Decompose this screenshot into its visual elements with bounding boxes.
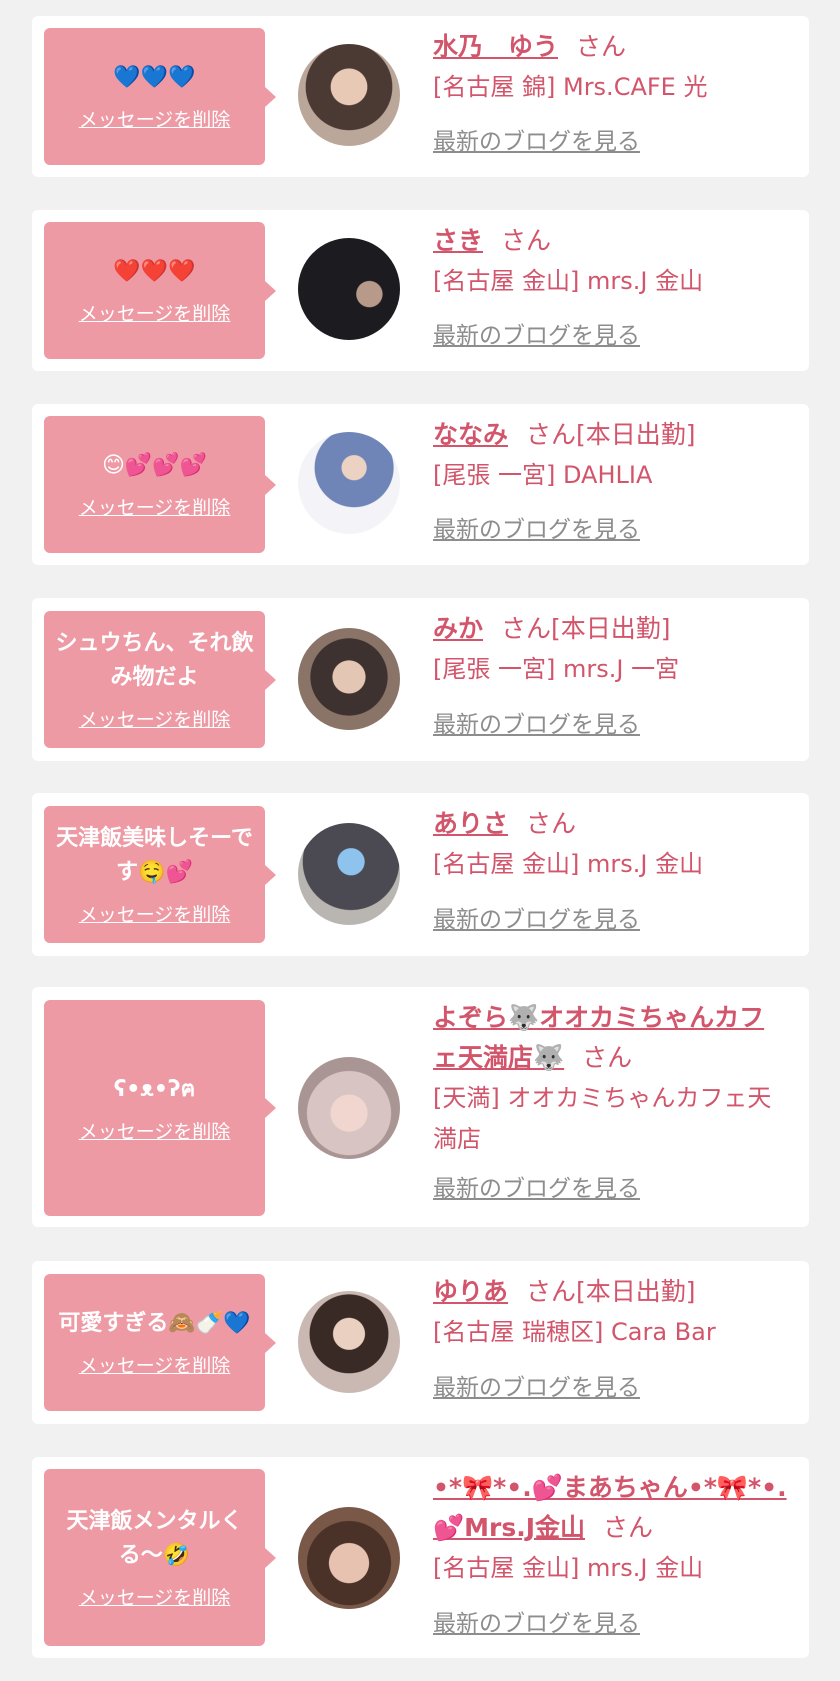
avatar[interactable] [298, 823, 400, 925]
message-card: ʕ•ᴥ•ʔฅ メッセージを削除 よぞら🐺オオカミちゃんカフェ天満店🐺 さん [天満… [32, 987, 809, 1227]
message-card: 天津飯美味しそーです🤤💕 メッセージを削除 ありさ さん [名古屋 金山] mrs… [32, 793, 809, 956]
avatar[interactable] [298, 1291, 400, 1393]
girl-name-link[interactable]: ななみ [433, 420, 508, 449]
profile-info: さき さん [名古屋 金山] mrs.J 金山 [433, 221, 789, 302]
shop-info: [名古屋 瑞穂区] Cara Bar [433, 1318, 716, 1346]
latest-blog-link[interactable]: 最新のブログを見る [433, 705, 640, 739]
girl-name-link[interactable]: さき [433, 226, 483, 255]
name-suffix: さん [576, 32, 627, 61]
name-suffix: さん [582, 1043, 633, 1072]
message-bubble: 可愛すぎる🙈🍼💙 メッセージを削除 [44, 1274, 276, 1411]
message-text: 天津飯美味しそーです🤤💕 [56, 826, 253, 885]
name-suffix: さん[本日出勤] [526, 1277, 696, 1306]
message-bubble: シュウちん、それ飲み物だよ メッセージを削除 [44, 611, 276, 748]
message-bubble: 💙💙💙 メッセージを削除 [44, 28, 276, 165]
latest-blog-link[interactable]: 最新のブログを見る [433, 122, 640, 156]
message-card: 可愛すぎる🙈🍼💙 メッセージを削除 ゆりあ さん[本日出勤] [名古屋 瑞穂区] … [32, 1261, 809, 1424]
profile-info: •*🎀*•.💕まあちゃん•*🎀*•.💕Mrs.J金山 さん [名古屋 金山] mr… [433, 1468, 789, 1589]
shop-info: [名古屋 錦] Mrs.CAFE 光 [433, 73, 708, 101]
avatar[interactable] [298, 432, 400, 534]
name-suffix: さん [603, 1513, 654, 1542]
message-card: シュウちん、それ飲み物だよ メッセージを削除 みか さん[本日出勤] [尾張 一宮… [32, 598, 809, 761]
profile-info: ゆりあ さん[本日出勤] [名古屋 瑞穂区] Cara Bar [433, 1272, 789, 1353]
avatar[interactable] [298, 44, 400, 146]
latest-blog-link[interactable]: 最新のブログを見る [433, 316, 640, 350]
avatar[interactable] [298, 1507, 400, 1609]
message-list: 💙💙💙 メッセージを削除 水乃 ゆう さん [名古屋 錦] Mrs.CAFE 光 … [0, 0, 840, 1681]
message-card: 💙💙💙 メッセージを削除 水乃 ゆう さん [名古屋 錦] Mrs.CAFE 光 … [32, 16, 809, 177]
message-text: 天津飯メンタルくる〜🤣 [66, 1509, 243, 1568]
name-suffix: さん[本日出勤] [526, 420, 696, 449]
message-bubble: 天津飯メンタルくる〜🤣 メッセージを削除 [44, 1469, 276, 1646]
message-bubble: 😊💕💕💕 メッセージを削除 [44, 416, 276, 553]
message-bubble: ❤️❤️❤️ メッセージを削除 [44, 222, 276, 359]
avatar[interactable] [298, 238, 400, 340]
delete-message-link[interactable]: メッセージを削除 [79, 900, 231, 927]
delete-message-link[interactable]: メッセージを削除 [79, 705, 231, 732]
profile-info: みか さん[本日出勤] [尾張 一宮] mrs.J 一宮 [433, 609, 789, 690]
avatar[interactable] [298, 628, 400, 730]
latest-blog-link[interactable]: 最新のブログを見る [433, 1169, 640, 1203]
shop-info: [名古屋 金山] mrs.J 金山 [433, 850, 704, 878]
delete-message-link[interactable]: メッセージを削除 [79, 105, 231, 132]
message-text: ❤️❤️❤️ [113, 259, 196, 284]
avatar[interactable] [298, 1057, 400, 1159]
name-suffix: さん [526, 809, 577, 838]
message-bubble: 天津飯美味しそーです🤤💕 メッセージを削除 [44, 806, 276, 943]
shop-info: [名古屋 金山] mrs.J 金山 [433, 267, 704, 295]
message-card: 天津飯メンタルくる〜🤣 メッセージを削除 •*🎀*•.💕まあちゃん•*🎀*•.💕… [32, 1457, 809, 1658]
latest-blog-link[interactable]: 最新のブログを見る [433, 510, 640, 544]
girl-name-link[interactable]: みか [433, 614, 483, 643]
message-bubble: ʕ•ᴥ•ʔฅ メッセージを削除 [44, 1000, 276, 1216]
profile-info: 水乃 ゆう さん [名古屋 錦] Mrs.CAFE 光 [433, 27, 789, 108]
delete-message-link[interactable]: メッセージを削除 [79, 299, 231, 326]
delete-message-link[interactable]: メッセージを削除 [79, 1583, 231, 1610]
message-text: ʕ•ᴥ•ʔฅ [113, 1076, 196, 1102]
latest-blog-link[interactable]: 最新のブログを見る [433, 1368, 640, 1402]
message-text: シュウちん、それ飲み物だよ [55, 631, 254, 690]
name-suffix: さん [501, 226, 552, 255]
girl-name-link[interactable]: 水乃 ゆう [433, 32, 558, 61]
message-text: 😊💕💕💕 [101, 453, 208, 478]
profile-info: ななみ さん[本日出勤] [尾張 一宮] DAHLIA [433, 415, 789, 496]
name-suffix: さん[本日出勤] [501, 614, 671, 643]
shop-info: [尾張 一宮] mrs.J 一宮 [433, 655, 680, 683]
girl-name-link[interactable]: ゆりあ [433, 1277, 508, 1306]
girl-name-link[interactable]: ありさ [433, 809, 508, 838]
delete-message-link[interactable]: メッセージを削除 [79, 1117, 231, 1144]
message-text: 💙💙💙 [113, 65, 196, 90]
shop-info: [天満] オオカミちゃんカフェ天満店 [433, 1084, 772, 1153]
delete-message-link[interactable]: メッセージを削除 [79, 1351, 231, 1378]
profile-info: ありさ さん [名古屋 金山] mrs.J 金山 [433, 804, 789, 885]
latest-blog-link[interactable]: 最新のブログを見る [433, 1604, 640, 1638]
message-text: 可愛すぎる🙈🍼💙 [58, 1311, 251, 1336]
shop-info: [名古屋 金山] mrs.J 金山 [433, 1554, 704, 1582]
message-card: 😊💕💕💕 メッセージを削除 ななみ さん[本日出勤] [尾張 一宮] DAHLIA… [32, 404, 809, 565]
latest-blog-link[interactable]: 最新のブログを見る [433, 900, 640, 934]
message-card: ❤️❤️❤️ メッセージを削除 さき さん [名古屋 金山] mrs.J 金山 最… [32, 210, 809, 371]
profile-info: よぞら🐺オオカミちゃんカフェ天満店🐺 さん [天満] オオカミちゃんカフェ天満店 [433, 998, 789, 1160]
shop-info: [尾張 一宮] DAHLIA [433, 461, 653, 489]
delete-message-link[interactable]: メッセージを削除 [79, 493, 231, 520]
